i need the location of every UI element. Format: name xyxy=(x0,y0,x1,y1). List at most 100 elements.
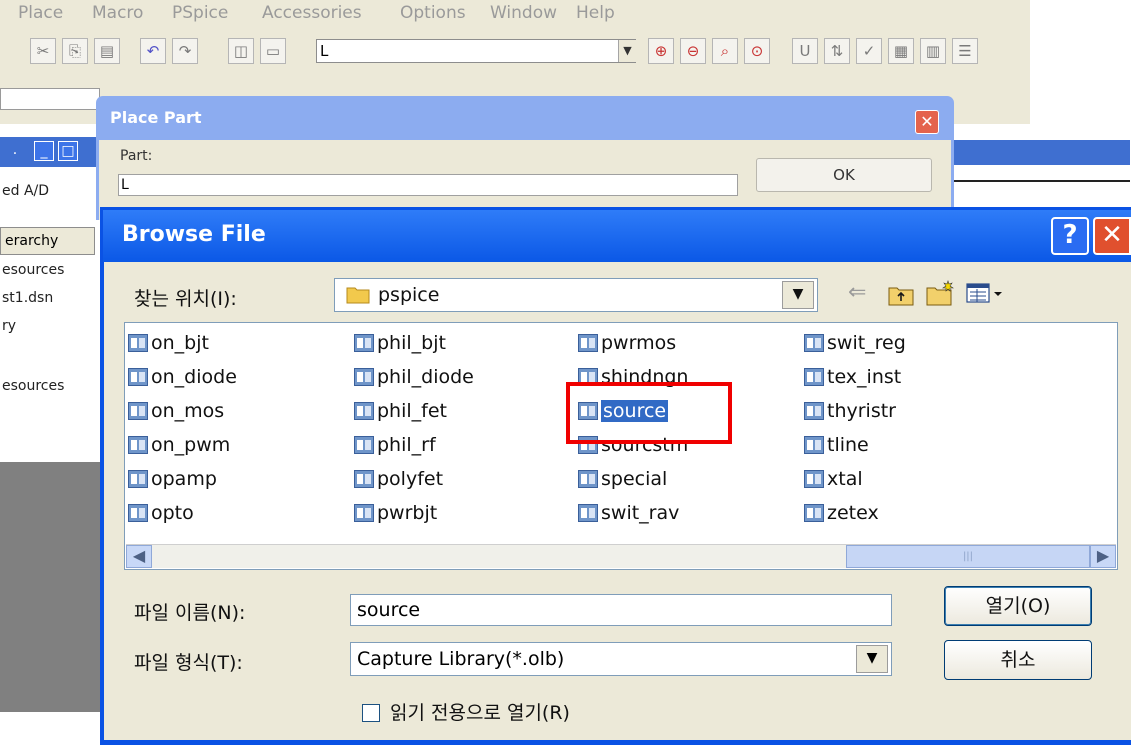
bom-icon[interactable]: ☰ xyxy=(952,38,978,64)
project-tree-item[interactable]: st1.dsn xyxy=(2,290,53,306)
scroll-right-icon[interactable]: ▶ xyxy=(1090,545,1116,568)
menu-pspice[interactable]: PSpice xyxy=(172,3,228,23)
file-item[interactable]: phil_fet xyxy=(354,398,447,424)
maximize-icon[interactable]: □ xyxy=(58,141,78,161)
help-icon[interactable]: ? xyxy=(1051,217,1089,255)
file-item[interactable]: tline xyxy=(804,432,869,458)
menu-options[interactable]: Options xyxy=(400,3,466,23)
readonly-label: 읽기 전용으로 열기(R) xyxy=(390,702,570,724)
readonly-checkbox[interactable] xyxy=(362,704,380,722)
library-file-icon xyxy=(804,436,824,454)
back-annotate-icon[interactable]: ⇅ xyxy=(824,38,850,64)
zoom-out-icon[interactable]: ⊖ xyxy=(680,38,706,64)
place-part-title: Place Part xyxy=(110,108,202,127)
menu-window[interactable]: Window xyxy=(490,3,557,23)
file-item[interactable]: pwrmos xyxy=(578,330,676,356)
file-item[interactable]: xtal xyxy=(804,466,863,492)
file-item[interactable]: on_diode xyxy=(128,364,237,390)
library-file-icon xyxy=(578,504,598,522)
zoom-all-icon[interactable]: ⊙ xyxy=(744,38,770,64)
toolbar-field[interactable] xyxy=(0,88,100,110)
file-item[interactable]: pwrbjt xyxy=(354,500,437,526)
up-folder-icon[interactable] xyxy=(888,284,914,306)
scroll-left-icon[interactable]: ◀ xyxy=(126,545,152,568)
annotation-highlight-box xyxy=(566,382,732,444)
file-item[interactable]: thyristr xyxy=(804,398,896,424)
file-item[interactable]: phil_diode xyxy=(354,364,474,390)
file-item[interactable]: phil_bjt xyxy=(354,330,446,356)
library-file-icon xyxy=(128,470,148,488)
close-icon[interactable]: ✕ xyxy=(1093,217,1131,255)
project-tree-item[interactable]: esources xyxy=(2,378,64,394)
file-item[interactable]: on_pwm xyxy=(128,432,230,458)
place-part-titlebar xyxy=(96,96,954,140)
file-item[interactable]: polyfet xyxy=(354,466,443,492)
chevron-down-icon[interactable]: ▼ xyxy=(856,645,888,673)
back-arrow-icon[interactable]: ⇐ xyxy=(848,280,866,305)
part-label: Part: xyxy=(120,148,153,164)
part-combo[interactable]: L xyxy=(316,39,636,63)
file-name: phil_rf xyxy=(377,434,436,456)
redo-icon[interactable]: ↷ xyxy=(172,38,198,64)
menu-bar: Place Macro PSpice Accessories Options W… xyxy=(0,0,1030,30)
file-name: opamp xyxy=(151,468,217,490)
workspace-background xyxy=(0,462,110,712)
tab-hierarchy[interactable]: erarchy xyxy=(0,227,95,255)
annotate-icon[interactable]: U xyxy=(792,38,818,64)
library-file-icon xyxy=(128,436,148,454)
file-item[interactable]: opto xyxy=(128,500,194,526)
drc-icon[interactable]: ✓ xyxy=(856,38,882,64)
open-button[interactable]: 열기(O) xyxy=(944,586,1092,626)
library-file-icon xyxy=(354,504,374,522)
paste-icon[interactable]: ▤ xyxy=(94,38,120,64)
file-item[interactable]: swit_reg xyxy=(804,330,906,356)
library-file-icon xyxy=(804,368,824,386)
file-item[interactable]: opamp xyxy=(128,466,217,492)
filetype-select[interactable]: Capture Library(*.olb) xyxy=(350,642,892,676)
undo-icon[interactable]: ↶ xyxy=(140,38,166,64)
copy-icon[interactable]: ⎘ xyxy=(62,38,88,64)
file-item[interactable]: swit_rav xyxy=(578,500,679,526)
file-item[interactable]: on_bjt xyxy=(128,330,209,356)
menu-macro[interactable]: Macro xyxy=(92,3,143,23)
library-file-icon xyxy=(578,470,598,488)
window-menu-icon[interactable]: . xyxy=(6,141,24,161)
file-name: tline xyxy=(827,434,869,456)
filetype-label: 파일 형식(T): xyxy=(134,652,243,674)
file-item[interactable]: on_mos xyxy=(128,398,224,424)
cut-icon[interactable]: ✂ xyxy=(30,38,56,64)
menu-accessories[interactable]: Accessories xyxy=(262,3,362,23)
netlist-icon[interactable]: ▦ xyxy=(888,38,914,64)
window-alt-icon[interactable]: ▭ xyxy=(260,38,286,64)
file-item[interactable]: special xyxy=(578,466,667,492)
file-name: pwrmos xyxy=(601,332,677,354)
ok-button[interactable]: OK xyxy=(756,158,932,192)
filename-input[interactable]: source xyxy=(350,594,892,626)
menu-help[interactable]: Help xyxy=(576,3,615,23)
menu-place[interactable]: Place xyxy=(18,3,63,23)
file-item[interactable]: phil_rf xyxy=(354,432,436,458)
crossref-icon[interactable]: ▥ xyxy=(920,38,946,64)
zoom-in-icon[interactable]: ⊕ xyxy=(648,38,674,64)
file-item[interactable]: tex_inst xyxy=(804,364,901,390)
project-tree-item[interactable]: esources xyxy=(2,262,64,278)
new-folder-icon[interactable] xyxy=(926,280,956,306)
part-input[interactable]: L xyxy=(118,174,738,196)
library-file-icon xyxy=(578,334,598,352)
cancel-button[interactable]: 취소 xyxy=(944,640,1092,680)
window-icon[interactable]: ◫ xyxy=(228,38,254,64)
project-line: ed A/D xyxy=(2,183,50,199)
project-tree-item[interactable]: ry xyxy=(2,318,16,334)
chevron-down-icon[interactable]: ▼ xyxy=(618,40,636,62)
close-icon[interactable]: ✕ xyxy=(915,110,939,134)
chevron-down-icon[interactable]: ▼ xyxy=(782,281,814,309)
scrollbar-thumb[interactable]: ||| xyxy=(846,545,1090,568)
file-name: on_pwm xyxy=(151,434,231,456)
library-file-icon xyxy=(804,334,824,352)
file-name: swit_reg xyxy=(827,332,906,354)
minimize-icon[interactable]: _ xyxy=(34,141,54,161)
file-item[interactable]: zetex xyxy=(804,500,879,526)
zoom-area-icon[interactable]: ⌕ xyxy=(712,38,738,64)
file-name: tex_inst xyxy=(827,366,902,388)
view-menu-icon[interactable] xyxy=(966,282,1006,304)
